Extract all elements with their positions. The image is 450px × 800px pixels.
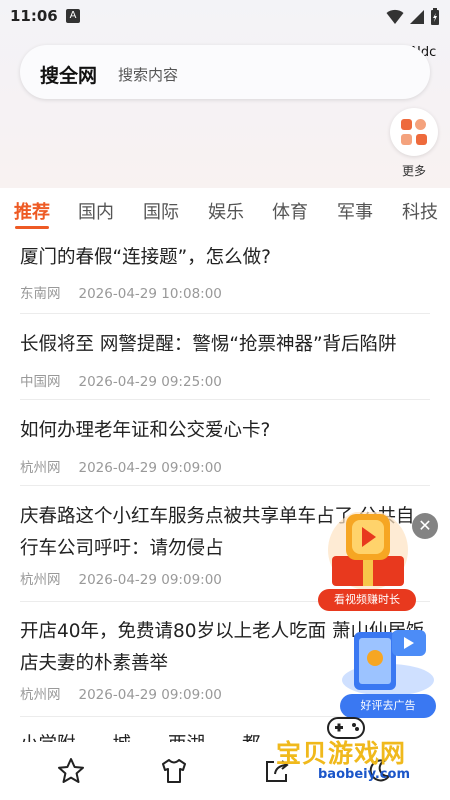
news-meta: 东南网 2026-04-29 10:08:00 [20,282,222,302]
signal-icon [410,9,425,24]
news-meta: 杭州网 2026-04-29 09:09:00 [20,683,222,703]
news-meta: 杭州网 2026-04-29 09:09:00 [20,456,222,476]
watermark-title: 宝贝游戏网 [276,739,407,768]
search-placeholder: 搜索内容 [118,66,179,84]
tab-military[interactable]: 军事 [337,198,373,224]
news-source: 东南网 [20,286,61,302]
more-label: 更多 [401,164,426,178]
divider [20,313,430,314]
watermark-url: baobeiy.com [318,767,410,782]
phone-rating-icon [342,630,434,696]
status-time: 11:06 [10,7,58,25]
news-meta: 杭州网 2026-04-29 09:09:00 [20,568,222,588]
divider [20,485,430,486]
tab-recommend[interactable]: 推荐 [14,198,50,224]
video-gift-icon [328,510,408,590]
more-icon-circle [390,108,438,156]
divider [20,399,430,400]
news-title: 厦门的春假“连接题”，怎么做? [20,247,271,268]
news-time: 2026-04-29 09:09:00 [78,460,222,476]
news-title: 长假将至 网警提醒：警惕“抢票神器”背后陷阱 [20,334,397,355]
battery-icon [431,7,439,25]
tab-sports[interactable]: 体育 [272,198,308,224]
video-reward-label[interactable]: 看视频赚时长 [318,589,416,611]
tab-technology[interactable]: 科技 [402,198,438,224]
news-source: 中国网 [20,374,61,390]
active-tab-indicator [15,226,49,229]
tab-international[interactable]: 国际 [143,198,179,224]
news-meta: 中国网 2026-04-29 09:25:00 [20,370,222,390]
search-bar[interactable]: 搜全网 搜索内容 [20,45,430,99]
news-time: 2026-04-29 09:25:00 [78,374,222,390]
category-tabs: 推荐 国内 国际 娱乐 体育 军事 科技 [0,188,450,236]
wifi-icon [386,9,404,24]
news-source: 杭州网 [20,460,61,476]
news-time: 2026-04-29 09:09:00 [78,572,222,588]
site-watermark: 宝贝游戏网 baobeiy.com [270,717,450,800]
shirt-icon[interactable] [159,756,189,786]
news-source: 杭州网 [20,687,61,703]
news-title: 如何办理老年证和公交爱心卡? [20,420,271,441]
news-source: 杭州网 [20,572,61,588]
tab-domestic[interactable]: 国内 [78,198,114,224]
status-bar: 11:06 A [0,0,450,32]
header-area: 11:06 A tNdc 搜全网 搜索内容 更多 [0,0,450,188]
notification-icon: A [66,9,80,23]
status-icons [386,7,440,26]
news-time: 2026-04-29 10:08:00 [78,286,222,302]
more-button[interactable]: 更多 [388,108,440,180]
star-icon[interactable] [56,756,86,786]
close-icon[interactable]: ✕ [412,513,438,539]
news-time: 2026-04-29 09:09:00 [78,687,222,703]
tab-entertainment[interactable]: 娱乐 [208,198,244,224]
search-brand: 搜全网 [40,65,98,87]
apps-icon [401,119,427,145]
